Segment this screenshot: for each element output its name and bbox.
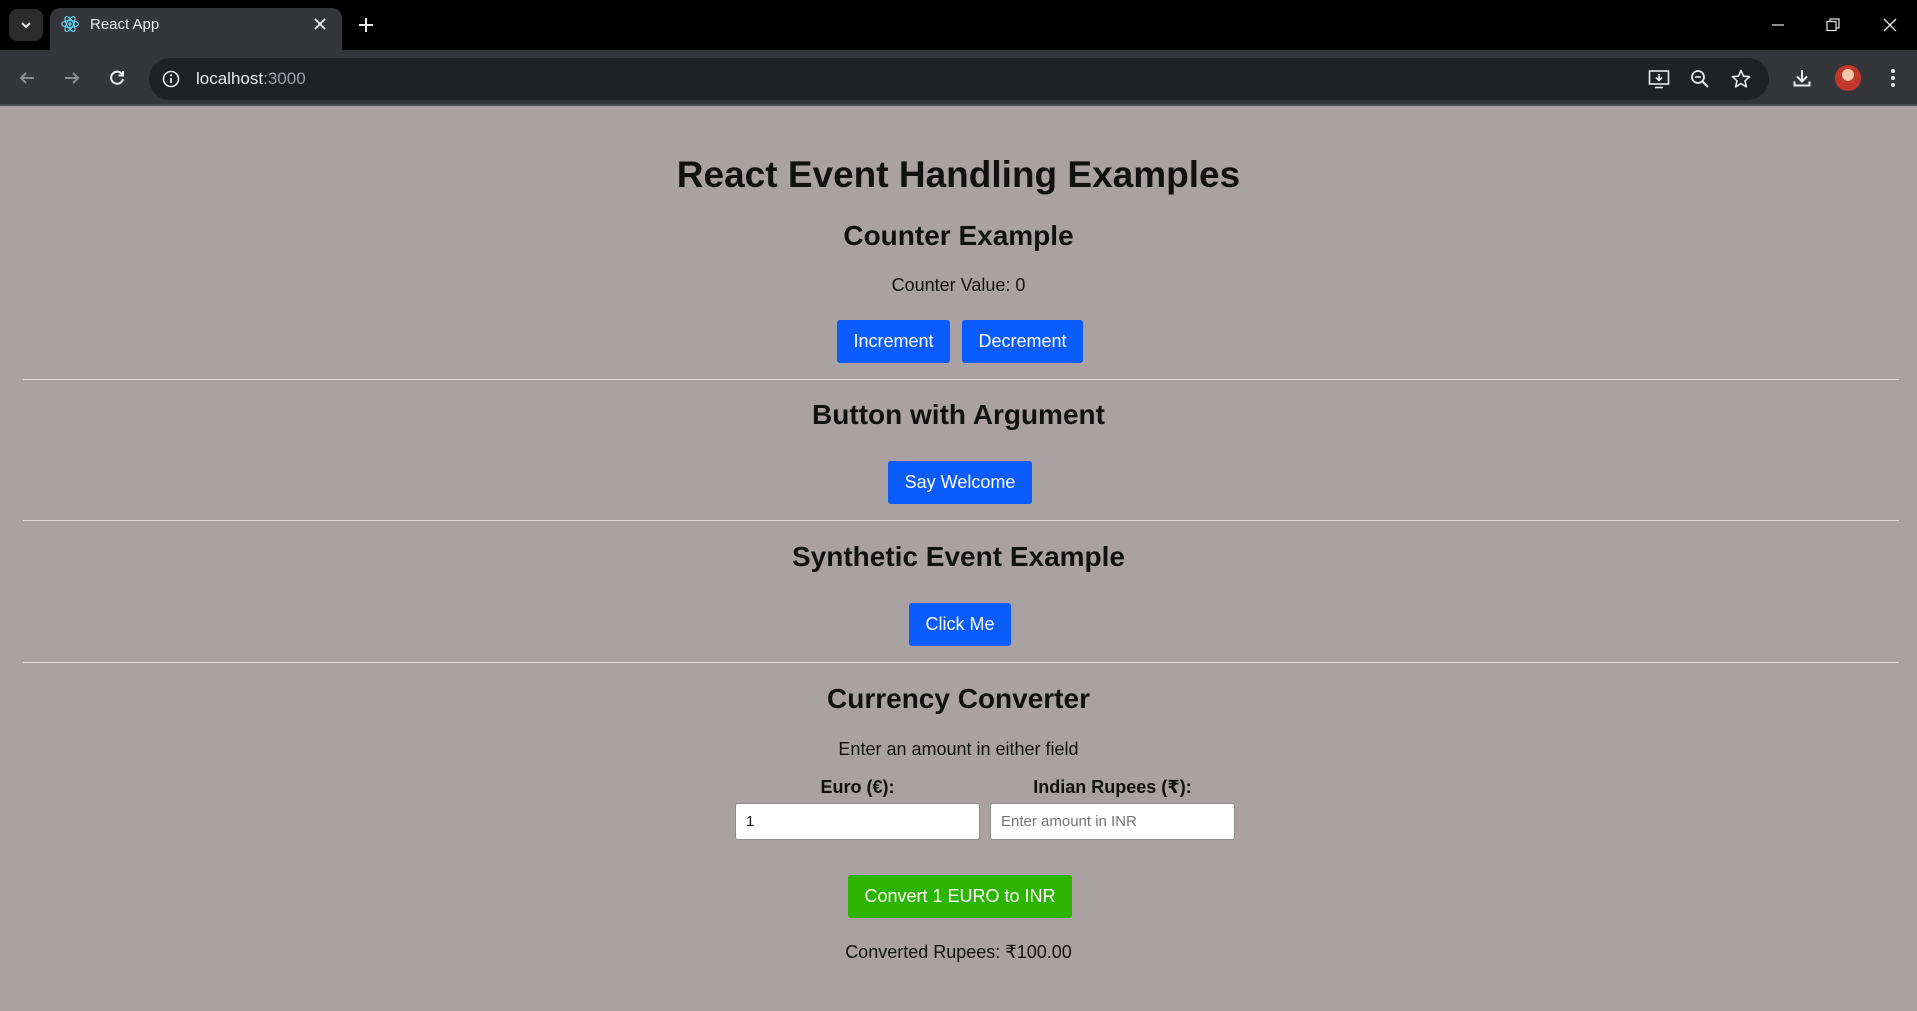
- install-app-button[interactable]: [1647, 67, 1671, 91]
- restore-icon: [1826, 18, 1840, 32]
- tab-close-button[interactable]: [310, 14, 330, 34]
- arrow-left-icon: [19, 72, 34, 84]
- increment-button[interactable]: Increment: [837, 320, 950, 363]
- euro-label: Euro (€):: [820, 777, 895, 797]
- arrow-right-icon: [65, 72, 80, 84]
- inr-label: Indian Rupees (₹):: [1033, 777, 1192, 797]
- converted-result: Converted Rupees: ₹100.00: [845, 942, 1072, 962]
- new-tab-button[interactable]: [353, 12, 379, 38]
- tab-strip: React App: [0, 0, 1917, 50]
- argument-heading: Button with Argument: [812, 399, 1105, 430]
- tab-search-button[interactable]: [9, 9, 43, 41]
- star-icon: [1731, 69, 1751, 88]
- counter-heading: Counter Example: [843, 220, 1074, 251]
- site-info-button[interactable]: [159, 67, 183, 91]
- page-content: React Event Handling Examples Counter Ex…: [0, 108, 1917, 1011]
- zoom-button[interactable]: [1688, 67, 1712, 91]
- browser-toolbar: localhost:3000: [0, 50, 1917, 106]
- install-app-icon: [1648, 70, 1670, 89]
- minimize-button[interactable]: [1761, 10, 1795, 40]
- section-divider: [23, 662, 1899, 663]
- tab-title: React App: [90, 16, 160, 33]
- back-button[interactable]: [11, 62, 43, 94]
- forward-button[interactable]: [56, 62, 88, 94]
- bookmark-button[interactable]: [1729, 67, 1753, 91]
- url-port: :3000: [263, 69, 306, 88]
- browser-menu-button[interactable]: [1879, 64, 1907, 92]
- converter-instruction: Enter an amount in either field: [838, 739, 1079, 759]
- say-welcome-button[interactable]: Say Welcome: [888, 461, 1032, 504]
- close-icon: [1883, 18, 1897, 32]
- click-me-button[interactable]: Click Me: [909, 603, 1011, 646]
- reload-icon: [110, 70, 124, 85]
- url-text: localhost:3000: [196, 69, 306, 89]
- more-vert-icon: [1891, 69, 1895, 87]
- address-bar[interactable]: localhost:3000: [149, 58, 1769, 100]
- url-host: localhost: [196, 69, 264, 88]
- page-title: React Event Handling Examples: [676, 154, 1241, 195]
- convert-button[interactable]: Convert 1 EURO to INR: [848, 875, 1072, 918]
- zoom-out-icon: [1691, 70, 1709, 88]
- synthetic-heading: Synthetic Event Example: [791, 541, 1125, 572]
- download-icon: [1793, 70, 1811, 87]
- decrement-button[interactable]: Decrement: [962, 320, 1083, 363]
- inr-input[interactable]: [990, 803, 1235, 840]
- browser-tab[interactable]: React App: [50, 8, 342, 50]
- plus-icon: [359, 18, 373, 32]
- chevron-down-icon: [21, 22, 31, 29]
- euro-input[interactable]: [735, 803, 980, 840]
- profile-avatar[interactable]: [1835, 65, 1861, 91]
- section-divider: [23, 379, 1899, 380]
- restore-button[interactable]: [1816, 10, 1850, 40]
- converter-heading: Currency Converter: [827, 683, 1090, 714]
- downloads-button[interactable]: [1788, 64, 1816, 92]
- counter-value-text: Counter Value: 0: [891, 275, 1026, 295]
- minimize-icon: [1772, 24, 1784, 26]
- reload-button[interactable]: [101, 62, 133, 94]
- info-icon: [162, 70, 180, 88]
- section-divider: [23, 520, 1899, 521]
- close-window-button[interactable]: [1873, 10, 1907, 40]
- close-icon: [314, 18, 326, 30]
- react-logo-icon: [61, 16, 79, 32]
